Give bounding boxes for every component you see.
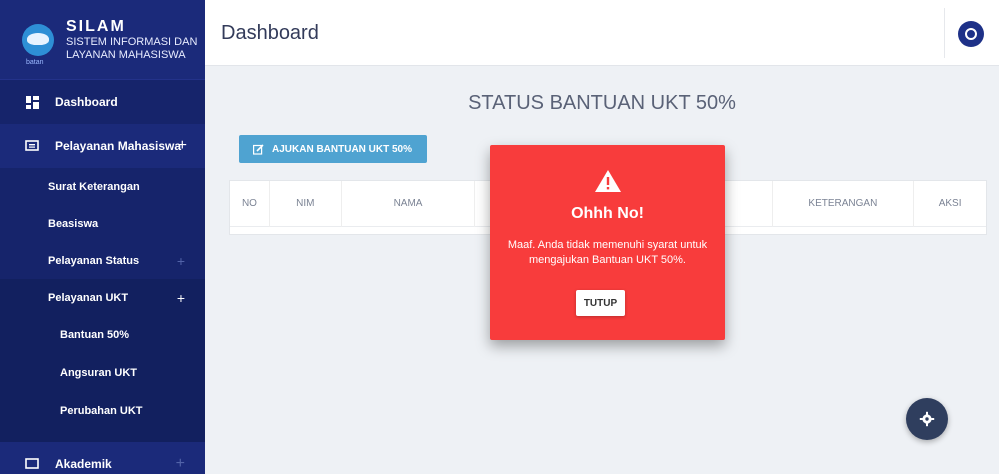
modal-title: Ohhh No! (571, 205, 644, 222)
sidebar-item-label: Perubahan UKT (60, 405, 143, 417)
sidebar-item-label: Dashboard (55, 95, 118, 109)
monitor-icon (25, 139, 39, 153)
col-aksi[interactable]: AKSI (914, 181, 986, 227)
expand-icon[interactable]: + (176, 455, 185, 473)
sidebar-item-label: Bantuan 50% (60, 329, 130, 341)
settings-button[interactable] (906, 398, 948, 440)
gear-icon (919, 411, 935, 427)
close-modal-button[interactable]: TUTUP (576, 290, 625, 316)
header-divider (944, 8, 945, 58)
col-nim[interactable]: NIM (270, 180, 342, 227)
sidebar-item-label: Akademik (55, 457, 112, 471)
user-avatar-icon[interactable] (958, 21, 984, 47)
sidebar-item-pelayanan-ukt[interactable]: Pelayanan UKT + (0, 279, 205, 316)
warning-icon (595, 170, 621, 192)
brand-subtitle-line2: LAYANAN MAHASISWA (66, 48, 186, 61)
sidebar-item-label: Pelayanan Mahasiswa (55, 139, 182, 153)
top-header: Dashboard (205, 0, 999, 66)
brand-name: SILAM (66, 17, 126, 35)
expand-icon[interactable]: + (177, 253, 185, 269)
apply-ukt-button[interactable]: AJUKAN BANTUAN UKT 50% (239, 135, 427, 163)
submenu-spacer (0, 430, 205, 442)
sidebar: batan SILAM SISTEM INFORMASI DAN LAYANAN… (0, 0, 205, 474)
modal-message: Maaf. Anda tidak memenuhi syarat untuk m… (507, 239, 708, 266)
sidebar-item-label: Angsuran UKT (60, 367, 137, 379)
section-title: STATUS BANTUAN UKT 50% (468, 92, 736, 114)
sidebar-item-surat-keterangan[interactable]: Surat Keterangan (0, 168, 205, 205)
col-no[interactable]: NO (230, 180, 270, 227)
monitor-icon (25, 457, 39, 471)
sidebar-item-dashboard[interactable]: Dashboard (0, 80, 205, 124)
sidebar-item-label: Beasiswa (48, 217, 99, 230)
sidebar-item-angsuran-ukt[interactable]: Angsuran UKT (0, 354, 205, 392)
error-modal: Ohhh No! Maaf. Anda tidak memenuhi syara… (490, 145, 725, 340)
expand-icon[interactable]: + (178, 137, 187, 155)
sidebar-item-bantuan-50[interactable]: Bantuan 50% (0, 316, 205, 354)
page-title: Dashboard (221, 22, 319, 44)
logo-caption: batan (26, 59, 44, 66)
sidebar-item-label: Pelayanan Status (48, 254, 140, 267)
sidebar-item-label: Surat Keterangan (48, 180, 140, 193)
sidebar-item-pelayanan-mahasiswa[interactable]: Pelayanan Mahasiswa + (0, 124, 205, 168)
sidebar-item-label: Pelayanan UKT (48, 291, 129, 304)
sidebar-item-akademik[interactable]: Akademik + (0, 442, 205, 474)
sidebar-item-pelayanan-status[interactable]: Pelayanan Status + (0, 242, 205, 279)
dashboard-icon (25, 95, 39, 109)
brand[interactable]: batan SILAM SISTEM INFORMASI DAN LAYANAN… (0, 0, 205, 80)
col-nama[interactable]: NAMA (342, 180, 476, 227)
brand-subtitle-line1: SISTEM INFORMASI DAN (66, 35, 198, 48)
edit-icon (253, 143, 264, 155)
col-keterangan[interactable]: KETERANGAN (773, 180, 915, 227)
submenu-pelayanan-mahasiswa: Surat Keterangan Beasiswa Pelayanan Stat… (0, 168, 205, 442)
batan-logo-icon (22, 23, 54, 56)
apply-ukt-label: AJUKAN BANTUAN UKT 50% (272, 143, 413, 155)
sidebar-item-perubahan-ukt[interactable]: Perubahan UKT (0, 392, 205, 430)
expand-icon[interactable]: + (177, 290, 185, 306)
sidebar-item-beasiswa[interactable]: Beasiswa (0, 205, 205, 242)
